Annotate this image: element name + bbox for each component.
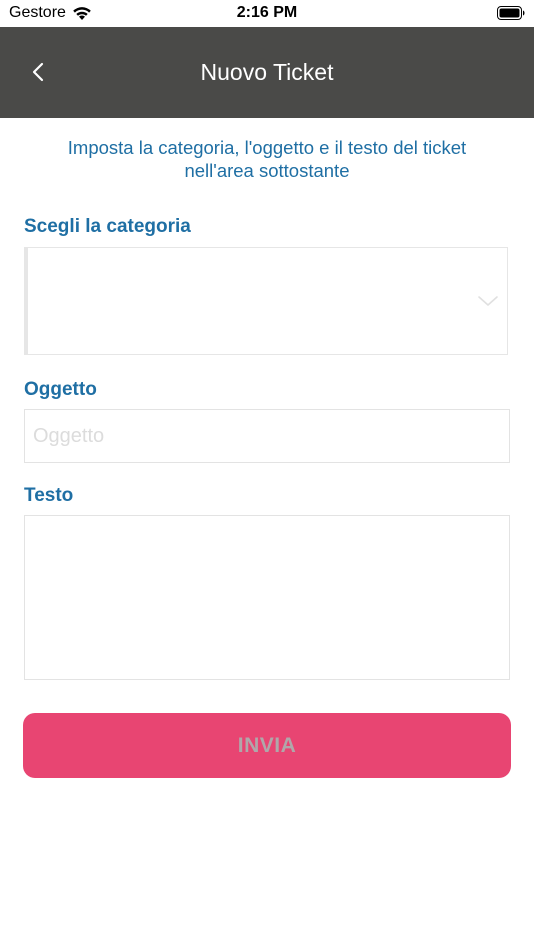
chevron-down-icon [478,296,498,306]
submit-button[interactable]: INVIA [23,713,511,778]
page-title: Nuovo Ticket [200,59,334,85]
subject-input[interactable] [24,409,510,463]
category-label: Scegli la categoria [24,216,191,237]
body-text-area[interactable] [24,515,510,680]
navigation-bar: Nuovo Ticket [0,27,534,118]
status-time: 2:16 PM [236,4,298,21]
intro-line-2: nell'area sottostante [184,160,350,181]
new-ticket-screen: Gestore 2:16 PM Nuovo Ticket Imposta la … [0,0,534,950]
body-text-label: Testo [24,485,74,506]
intro-line-1: Imposta la categoria, l'oggetto e il tes… [67,137,467,158]
intro-text: Imposta la categoria, l'oggetto e il tes… [30,136,504,182]
status-bar: Gestore 2:16 PM [0,0,534,27]
subject-label: Oggetto [24,379,97,400]
battery-icon [497,6,525,20]
category-select[interactable] [24,247,508,355]
